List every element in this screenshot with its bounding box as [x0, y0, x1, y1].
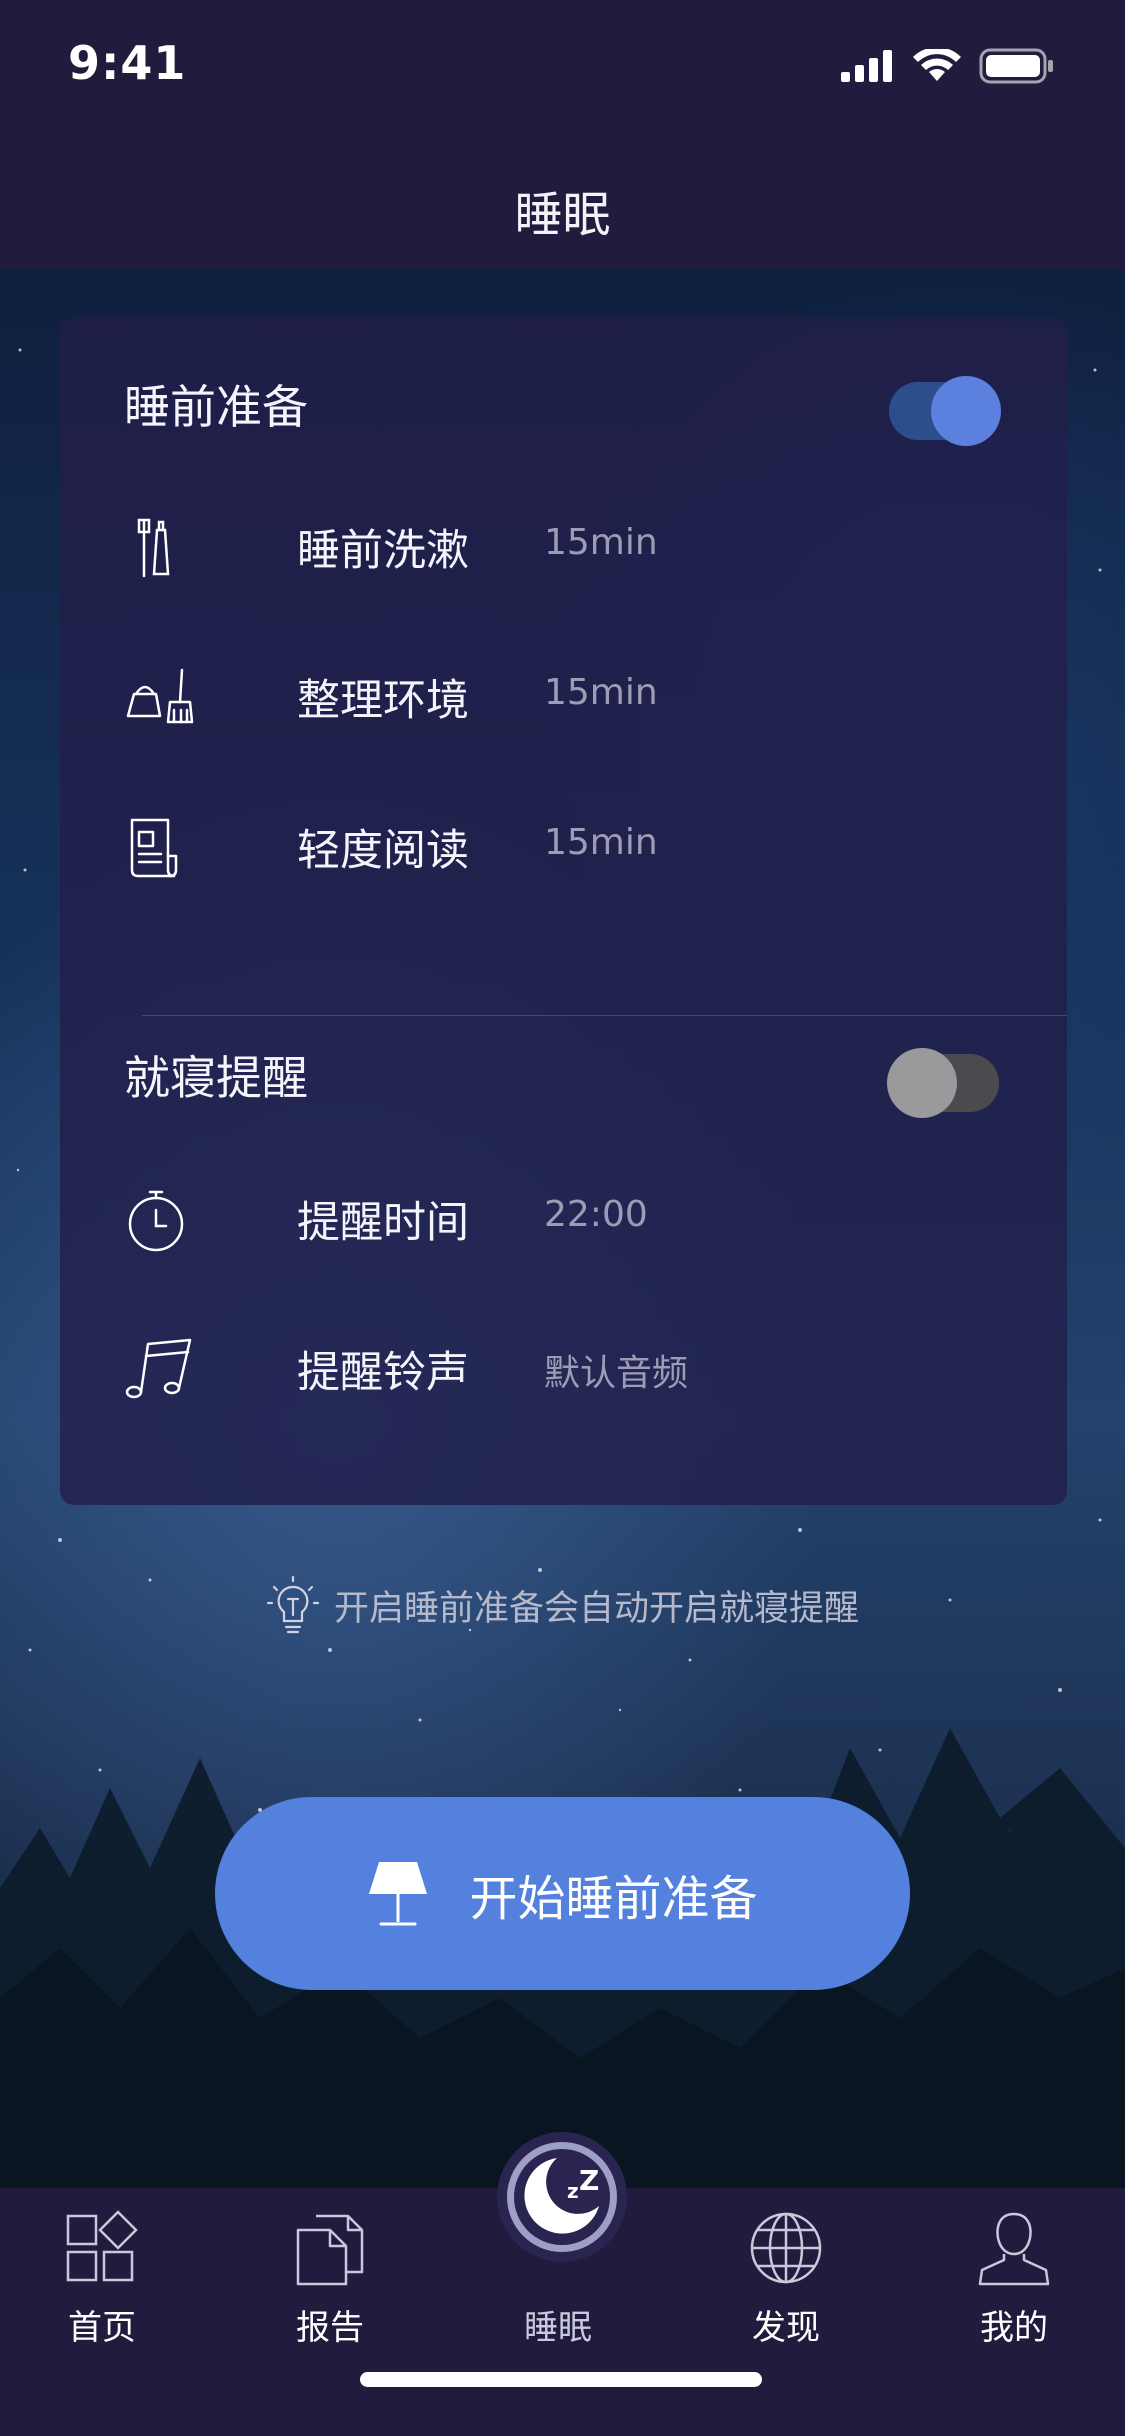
status-bar: 9:41 — [0, 0, 1125, 135]
stopwatch-icon — [128, 1190, 184, 1252]
tab-profile[interactable]: 我的 — [934, 2188, 1094, 2358]
tab-label: 首页 — [68, 2308, 136, 2348]
prep-item-label: 轻度阅读 — [297, 826, 469, 876]
wifi-icon — [913, 49, 961, 81]
page-title: 睡眠 — [514, 187, 611, 243]
start-prep-label: 开始睡前准备 — [469, 1870, 758, 1927]
status-time: 9:41 — [68, 36, 187, 90]
tab-discover[interactable]: 发现 — [706, 2188, 866, 2358]
toggle-knob — [931, 376, 1001, 446]
prep-item-label: 睡前洗漱 — [297, 526, 469, 576]
svg-text:Z: Z — [579, 2164, 599, 2197]
svg-text:z: z — [567, 2179, 579, 2203]
hint-message: 开启睡前准备会自动开启就寝提醒 — [0, 1575, 1125, 1635]
tab-label: 睡眠 — [524, 2308, 592, 2348]
lamp-icon — [369, 1861, 428, 1925]
prep-section-title: 睡前准备 — [124, 380, 308, 434]
cleaning-icon — [126, 668, 194, 724]
prep-item-label: 整理环境 — [297, 676, 469, 726]
moon-icon: z Z — [507, 2142, 617, 2252]
prep-item-tidy[interactable]: 整理环境 15min — [124, 658, 1024, 738]
sleep-content: 睡前准备 睡前洗漱 15min 整理环境 15min 轻度阅读 15min 就寝… — [0, 270, 1125, 2188]
tab-label: 报告 — [296, 2308, 364, 2348]
tab-label: 我的 — [980, 2308, 1048, 2348]
tab-home[interactable]: 首页 — [22, 2188, 182, 2358]
user-icon — [978, 2212, 1050, 2286]
reminder-item-label: 提醒时间 — [297, 1198, 469, 1248]
tab-report[interactable]: 报告 — [250, 2188, 410, 2358]
hint-text: 开启睡前准备会自动开启就寝提醒 — [333, 1588, 859, 1629]
reminder-item-ringtone[interactable]: 提醒铃声 默认音频 — [124, 1330, 1024, 1410]
reminder-section-title: 就寝提醒 — [124, 1051, 308, 1105]
start-prep-button[interactable]: 开始睡前准备 — [215, 1797, 910, 1990]
toggle-knob — [887, 1048, 957, 1118]
music-note-icon — [125, 1338, 192, 1399]
prep-item-wash[interactable]: 睡前洗漱 15min — [124, 508, 1024, 588]
battery-icon — [979, 48, 1053, 84]
reminder-item-value: 22:00 — [544, 1194, 648, 1235]
lightbulb-icon — [266, 1575, 320, 1634]
home-indicator[interactable] — [360, 2372, 762, 2387]
system-icons — [841, 48, 1055, 84]
book-icon — [130, 818, 178, 878]
navigation-bar: 睡眠 — [0, 135, 1125, 270]
reminder-item-time[interactable]: 提醒时间 22:00 — [124, 1180, 1024, 1260]
section-divider — [142, 1015, 1067, 1016]
documents-icon — [296, 2214, 364, 2286]
toothbrush-icon — [137, 518, 170, 578]
globe-icon — [750, 2212, 822, 2284]
prep-item-duration: 15min — [544, 822, 658, 863]
prep-toggle[interactable] — [889, 376, 1001, 446]
cellular-signal-icon — [841, 50, 892, 82]
prep-item-duration: 15min — [544, 522, 658, 563]
tab-label: 发现 — [752, 2308, 820, 2348]
reminder-toggle[interactable] — [887, 1048, 999, 1118]
prep-item-reading[interactable]: 轻度阅读 15min — [124, 808, 1024, 888]
reminder-item-label: 提醒铃声 — [297, 1348, 469, 1398]
prep-item-duration: 15min — [544, 672, 658, 713]
sleep-center-button[interactable]: z Z — [497, 2132, 627, 2262]
reminder-item-value: 默认音频 — [544, 1353, 689, 1394]
grid-icon — [66, 2210, 138, 2282]
settings-card: 睡前准备 睡前洗漱 15min 整理环境 15min 轻度阅读 15min 就寝… — [60, 318, 1067, 1505]
